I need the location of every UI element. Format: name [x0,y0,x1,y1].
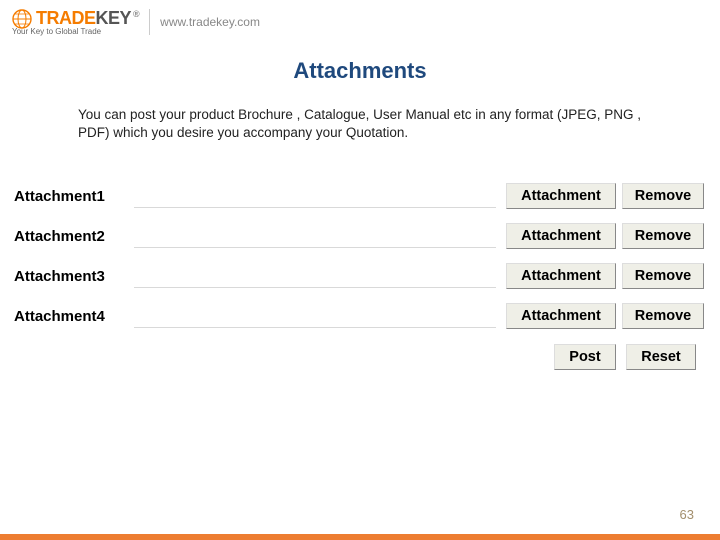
attachment-row: Attachment2 Attachment Remove [10,216,710,256]
page-number: 63 [680,507,694,522]
attachment-label: Attachment4 [10,308,134,325]
attachment-label: Attachment2 [10,228,134,245]
attachment-row: Attachment1 Attachment Remove [10,176,710,216]
attachment-field[interactable] [134,185,496,208]
globe-icon [12,9,32,29]
page-title: Attachments [0,58,720,84]
reset-button[interactable]: Reset [626,344,696,370]
attachment-row: Attachment3 Attachment Remove [10,256,710,296]
attachment-label: Attachment1 [10,188,134,205]
attachment-button[interactable]: Attachment [506,223,616,249]
logo-text: TRADEKEY® [36,8,139,29]
attachment-row: Attachment4 Attachment Remove [10,296,710,336]
remove-button[interactable]: Remove [622,183,704,209]
vertical-divider [149,9,150,35]
attachment-label: Attachment3 [10,268,134,285]
attachment-button[interactable]: Attachment [506,263,616,289]
logo: TRADEKEY® [12,8,139,29]
remove-button[interactable]: Remove [622,303,704,329]
form-actions: Post Reset [10,336,710,370]
header: TRADEKEY® Your Key to Global Trade www.t… [0,0,720,40]
attachment-field[interactable] [134,265,496,288]
bottom-accent-bar [0,534,720,540]
site-url: www.tradekey.com [160,15,260,29]
attachment-field[interactable] [134,305,496,328]
attachment-button[interactable]: Attachment [506,303,616,329]
logo-second: KEY [96,8,132,28]
attachments-form: Attachment1 Attachment Remove Attachment… [10,176,710,370]
remove-button[interactable]: Remove [622,223,704,249]
registered-icon: ® [133,9,139,19]
attachment-button[interactable]: Attachment [506,183,616,209]
remove-button[interactable]: Remove [622,263,704,289]
slide: TRADEKEY® Your Key to Global Trade www.t… [0,0,720,540]
description-text: You can post your product Brochure , Cat… [78,106,642,142]
post-button[interactable]: Post [554,344,616,370]
logo-block: TRADEKEY® Your Key to Global Trade [12,8,139,36]
logo-first: TRADE [36,8,96,28]
attachment-field[interactable] [134,225,496,248]
